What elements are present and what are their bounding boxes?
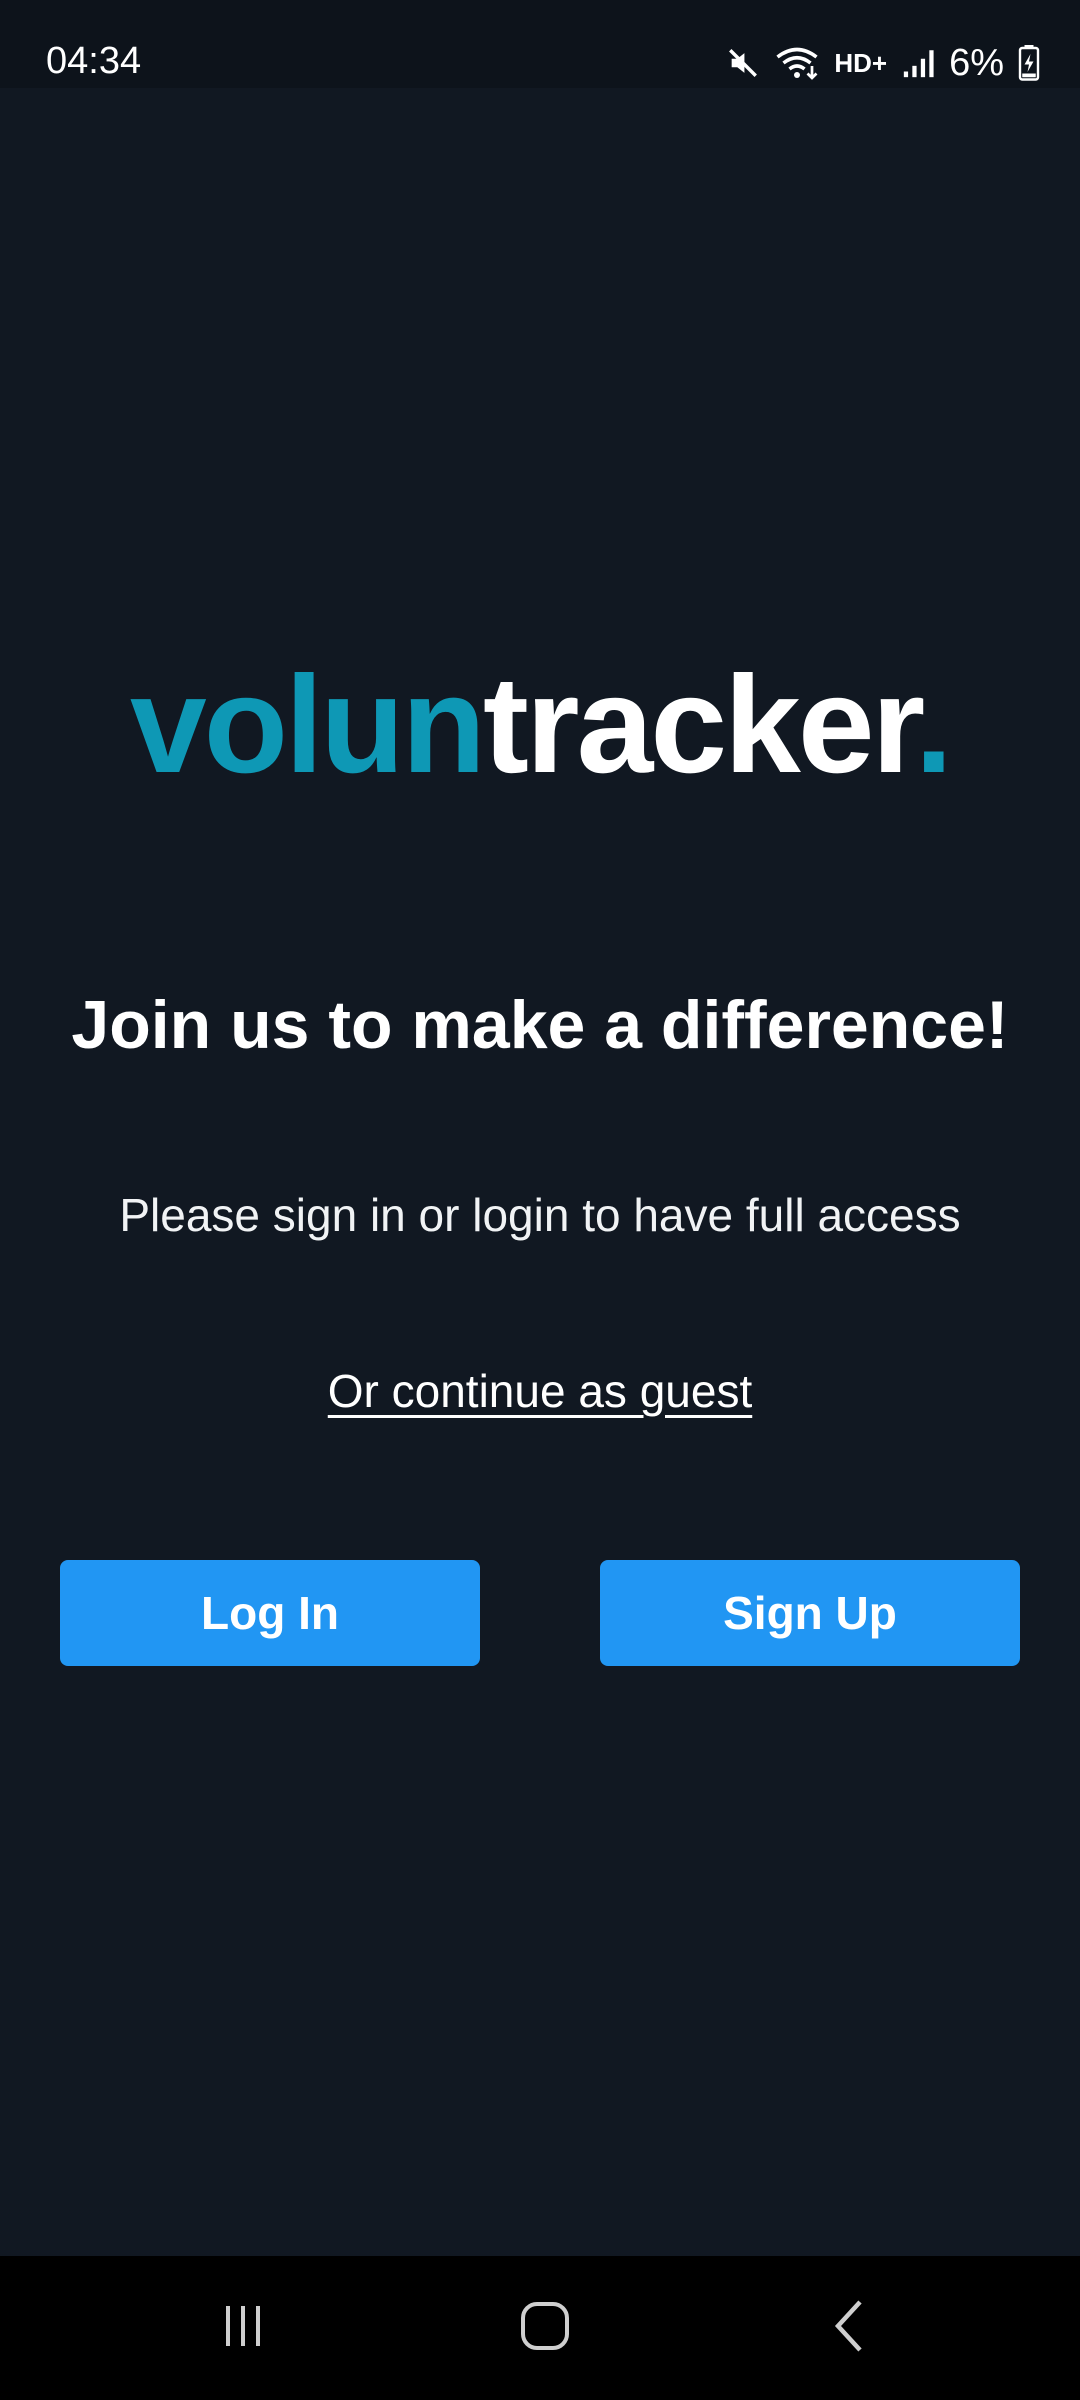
battery-charging-icon: [1018, 45, 1040, 81]
status-bar: 04:34 HD+ 6%: [0, 0, 1080, 88]
back-icon: [828, 2298, 868, 2359]
navigation-bar: [0, 2256, 1080, 2400]
login-button[interactable]: Log In: [60, 1560, 480, 1666]
status-icons: HD+ 6%: [726, 38, 1040, 88]
recent-apps-button[interactable]: [183, 2286, 303, 2370]
logo-part-tracker: tracker: [482, 648, 918, 802]
home-button[interactable]: [485, 2286, 605, 2370]
app-logo: voluntracker.: [0, 640, 1080, 810]
back-button[interactable]: [788, 2286, 908, 2370]
page-subtitle: Please sign in or login to have full acc…: [119, 1189, 961, 1241]
signup-button[interactable]: Sign Up: [600, 1560, 1020, 1666]
hd-voice-icon: HD+: [834, 48, 888, 78]
status-time: 04:34: [46, 40, 142, 82]
continue-as-guest-link[interactable]: Or continue as guest: [328, 1365, 752, 1417]
home-icon: [519, 2300, 571, 2357]
page-headline: Join us to make a difference!: [71, 987, 1009, 1063]
logo-dot: .: [914, 648, 953, 802]
logo-part-volun: volun: [129, 648, 486, 802]
battery-percent: 6%: [949, 42, 1004, 84]
wifi-icon: [774, 45, 820, 81]
continue-as-guest-row: Or continue as guest: [0, 1356, 1080, 1426]
signal-icon: [901, 46, 935, 80]
mute-icon: [726, 46, 760, 80]
recent-apps-icon: [218, 2301, 268, 2356]
